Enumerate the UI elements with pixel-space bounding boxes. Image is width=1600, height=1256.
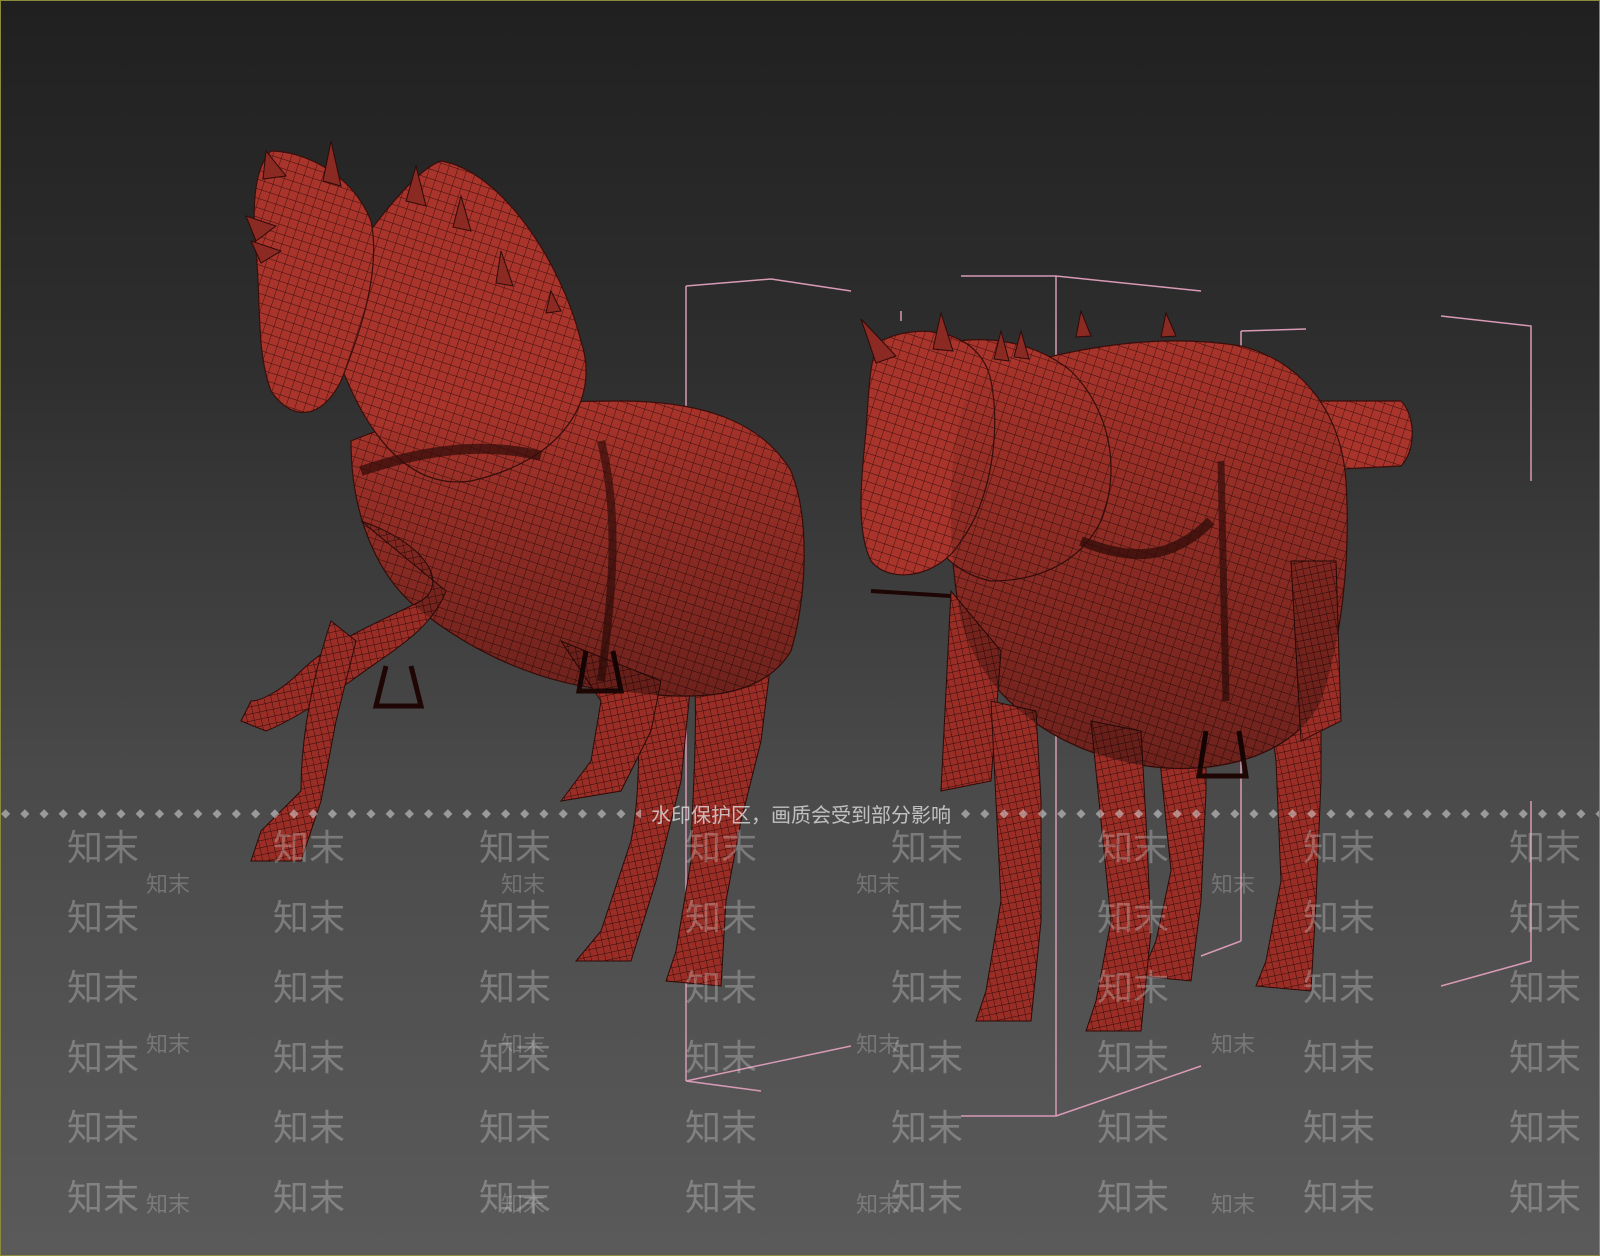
3d-viewport[interactable]: 知末 知末 知末 知末 知末 知末 知末 知末 知末 知末 知末 知末 知末 知末 知末 知末 知末 知末 知末 知末… — [0, 0, 1600, 1256]
watermark-banner: ◆◆◆◆◆◆◆◆◆◆◆◆◆◆◆◆◆◆◆◆◆◆◆◆◆◆◆◆◆◆◆◆◆◆◆◆◆◆◆◆… — [1, 801, 1599, 827]
watermark-dots-right: ◆◆◆◆◆◆◆◆◆◆◆◆◆◆◆◆◆◆◆◆◆◆◆◆◆◆◆◆◆◆◆◆◆◆◆◆◆◆◆◆ — [961, 806, 1599, 820]
horse-standing-model[interactable] — [860, 309, 1413, 1032]
watermark-notice: 水印保护区，画质会受到部分影响 — [651, 802, 951, 827]
watermark-dots-left: ◆◆◆◆◆◆◆◆◆◆◆◆◆◆◆◆◆◆◆◆◆◆◆◆◆◆◆◆◆◆◆◆◆◆◆◆◆◆◆◆ — [1, 806, 641, 820]
horse-rearing-model[interactable] — [240, 140, 805, 987]
viewport-scene — [240, 140, 1532, 1117]
